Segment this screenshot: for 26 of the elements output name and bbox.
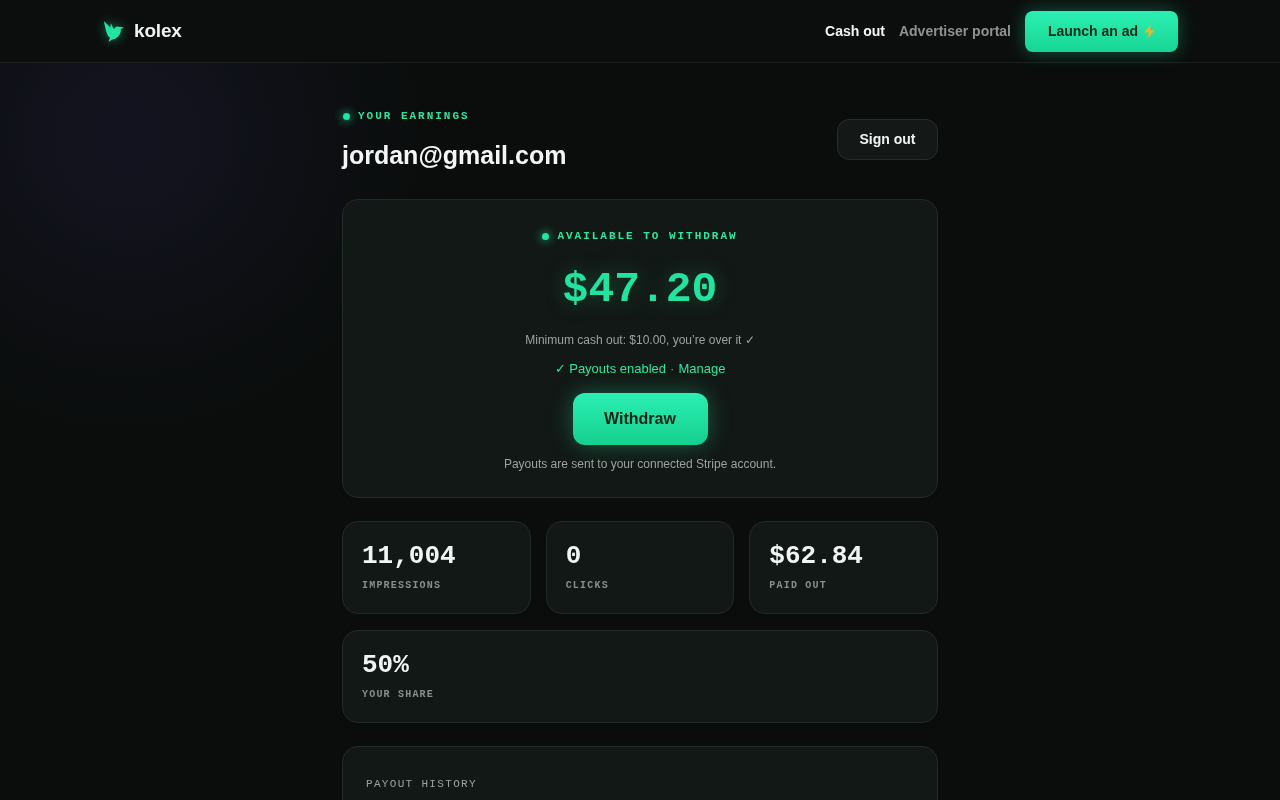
account-email: jordan@gmail.com <box>342 140 567 170</box>
balance-eyebrow: AVAILABLE TO WITHDRAW <box>557 229 738 243</box>
stat-value: 11,004 <box>362 541 456 571</box>
stat-value: 0 <box>565 541 582 571</box>
minimum-note: Minimum cash out: $10.00, you’re over it ✓ <box>525 332 755 348</box>
section-eyebrow: YOUR EARNINGS <box>358 109 470 123</box>
separator-dot: · <box>670 360 675 378</box>
brand-name: kolex <box>134 18 182 43</box>
launch-ad-button[interactable]: Launch an ad <box>1025 10 1178 52</box>
stat-label: IMPRESSIONS <box>362 579 442 593</box>
stat-label: PAID OUT <box>769 579 827 593</box>
bird-logo-icon <box>104 20 124 42</box>
balance-amount: $47.20 <box>562 269 718 311</box>
nav-link[interactable]: Cash out <box>825 20 885 42</box>
stat-label: YOUR SHARE <box>362 688 434 702</box>
payout-history-title: PAYOUT HISTORY <box>366 778 477 790</box>
payout-status: ✓ Payouts enabled <box>554 360 667 378</box>
manage-link[interactable]: Manage <box>678 360 726 378</box>
withdraw-button[interactable]: Withdraw <box>572 393 708 445</box>
lightning-bolt-icon <box>1144 23 1156 39</box>
stat-value: $62.84 <box>769 541 863 571</box>
stat-label: CLICKS <box>565 579 609 593</box>
payout-footnote: Payouts are sent to your connected Stripe account. <box>503 456 777 472</box>
sign-out-button[interactable]: Sign out <box>837 119 938 160</box>
nav-link[interactable]: Advertiser portal <box>898 20 1011 42</box>
stat-value: 50% <box>362 650 409 680</box>
